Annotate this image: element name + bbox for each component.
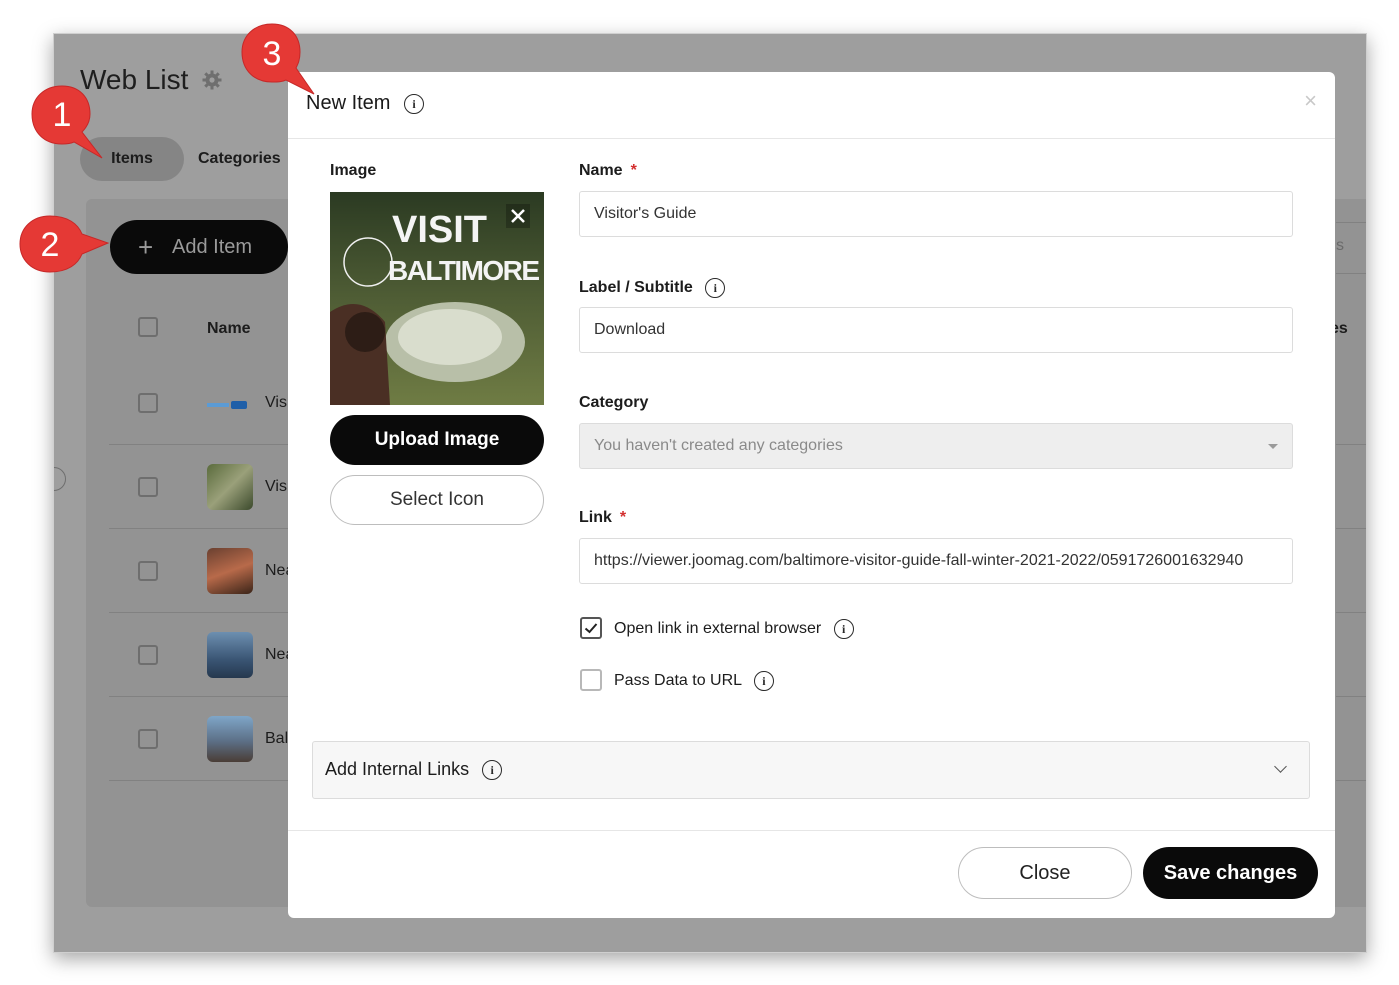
row-divider	[1336, 444, 1366, 445]
subtitle-input[interactable]: Download	[579, 307, 1293, 353]
link-label: Link *	[579, 509, 626, 527]
info-icon[interactable]: i	[404, 93, 425, 114]
dialog-footer-divider	[288, 830, 1335, 831]
row-divider	[1336, 528, 1366, 529]
callout-marker-3: 3	[241, 23, 315, 95]
right-header-fragment: s	[1336, 237, 1344, 254]
open-external-checkbox[interactable]	[580, 617, 602, 639]
chevron-down-icon	[1268, 444, 1278, 449]
pass-data-text: Pass Data to URL	[614, 672, 742, 690]
image-label: Image	[330, 162, 377, 179]
internal-links-title: Add Internal Links i	[325, 759, 503, 781]
open-external-label: Open link in external browser i	[614, 619, 854, 639]
check-icon	[584, 623, 598, 634]
row-thumbnail	[207, 398, 253, 410]
info-icon[interactable]: i	[833, 619, 854, 639]
subtitle-label-text: Label / Subtitle	[579, 279, 693, 297]
row-thumbnail	[207, 632, 253, 678]
row-name: Vis	[265, 394, 287, 411]
info-icon[interactable]: i	[705, 278, 726, 298]
svg-text:1: 1	[53, 96, 72, 134]
row-thumbnail	[207, 548, 253, 594]
dialog-header: New Item i ×	[288, 72, 1335, 139]
close-button[interactable]: Close	[958, 847, 1132, 899]
open-external-text: Open link in external browser	[614, 620, 822, 638]
add-item-button[interactable]: + Add Item	[110, 220, 288, 274]
row-checkbox[interactable]	[138, 561, 158, 581]
upload-image-button[interactable]: Upload Image	[330, 415, 544, 465]
collapse-toggle[interactable]	[54, 467, 66, 491]
tab-categories[interactable]: Categories	[198, 137, 281, 181]
thumbnail-text-baltimore: BALTIMORE	[388, 255, 540, 286]
gear-icon[interactable]	[202, 70, 222, 90]
item-image: VISIT BALTIMORE	[330, 192, 544, 405]
row-divider	[1336, 612, 1366, 613]
svg-text:3: 3	[263, 35, 282, 73]
row-checkbox[interactable]	[138, 393, 158, 413]
chevron-down-icon	[1274, 760, 1287, 773]
info-icon[interactable]: i	[482, 760, 503, 781]
category-placeholder: You haven't created any categories	[594, 437, 843, 454]
svg-text:2: 2	[41, 226, 60, 264]
link-input[interactable]: https://viewer.joomag.com/baltimore-visi…	[579, 538, 1293, 584]
column-header-name: Name	[207, 320, 251, 337]
internal-links-text: Add Internal Links	[325, 759, 470, 779]
link-label-text: Link	[579, 509, 612, 526]
category-label: Category	[579, 394, 649, 411]
close-icon[interactable]: ×	[1304, 88, 1317, 114]
row-name: Vis	[265, 478, 287, 495]
callout-marker-1: 1	[31, 85, 103, 159]
pass-data-label: Pass Data to URL i	[614, 671, 774, 691]
row-thumbnail	[207, 464, 253, 510]
category-select[interactable]: You haven't created any categories	[579, 423, 1293, 469]
info-icon[interactable]: i	[753, 671, 774, 691]
plus-icon: +	[138, 232, 154, 262]
right-column-box: s	[1336, 222, 1366, 274]
thumbnail-text-visit: VISIT	[392, 209, 487, 251]
row-checkbox[interactable]	[138, 645, 158, 665]
row-checkbox[interactable]	[138, 477, 158, 497]
save-changes-button[interactable]: Save changes	[1143, 847, 1318, 899]
row-checkbox[interactable]	[138, 729, 158, 749]
internal-links-accordion[interactable]: Add Internal Links i	[312, 741, 1310, 799]
select-icon-button[interactable]: Select Icon	[330, 475, 544, 525]
row-thumbnail	[207, 716, 253, 762]
row-divider	[1336, 780, 1366, 781]
name-label-text: Name	[579, 162, 623, 179]
pass-data-checkbox[interactable]	[580, 669, 602, 691]
add-item-label: Add Item	[172, 236, 253, 258]
name-label: Name *	[579, 162, 637, 180]
subtitle-label: Label / Subtitle i	[579, 278, 726, 298]
select-all-checkbox[interactable]	[138, 317, 158, 337]
required-mark: *	[630, 162, 637, 179]
name-input[interactable]: Visitor's Guide	[579, 191, 1293, 237]
required-mark: *	[619, 509, 627, 526]
new-item-dialog: New Item i × Image VISIT BALTIMORE Uploa…	[288, 72, 1335, 918]
row-name: Bal	[265, 730, 289, 747]
row-divider	[1336, 696, 1366, 697]
callout-marker-2: 2	[19, 215, 110, 273]
